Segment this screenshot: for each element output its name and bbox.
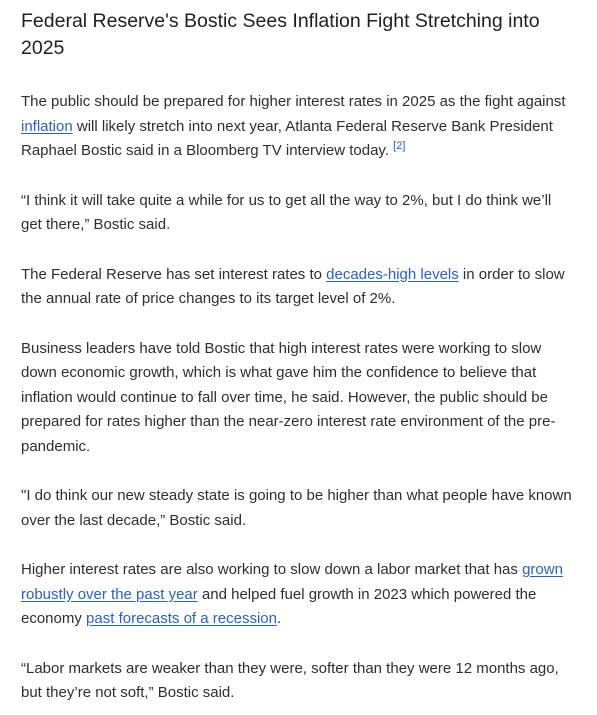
decades-high-levels-link[interactable]: decades-high levels — [326, 266, 459, 283]
recession-forecasts-link[interactable]: past forecasts of a recession — [86, 610, 277, 627]
paragraph-text: . — [276, 610, 282, 627]
article-paragraph-6: Higher interest rates are also working t… — [21, 558, 576, 632]
article-paragraph-4: Business leaders have told Bostic that h… — [21, 339, 556, 455]
paragraph-text: will likely stretch into next year, Atla… — [21, 117, 553, 160]
article-paragraph-7: “Labor markets are weaker than they were… — [21, 659, 559, 702]
article-paragraph-3: The Federal Reserve has set interest rat… — [21, 263, 576, 312]
footnote-link[interactable]: [2] — [393, 140, 405, 152]
paragraph-text: The Federal Reserve has set interest rat… — [21, 265, 327, 283]
article-title: Federal Reserve's Bostic Sees Inflation … — [21, 10, 540, 59]
article-paragraph-2: “I think it will take quite a while for … — [21, 191, 552, 234]
paragraph-text: Higher interest rates are also working t… — [21, 561, 523, 578]
article-paragraph-1: The public should be prepared for higher… — [21, 90, 576, 164]
paragraph-text: The public should be prepared for higher… — [21, 93, 566, 110]
article-paragraph-5: "I do think our new steady state is goin… — [21, 487, 572, 529]
article: Federal Reserve's Bostic Sees Inflation … — [0, 0, 597, 706]
footnote-marker: [2] — [393, 140, 405, 152]
inflation-link[interactable]: inflation — [21, 118, 73, 135]
